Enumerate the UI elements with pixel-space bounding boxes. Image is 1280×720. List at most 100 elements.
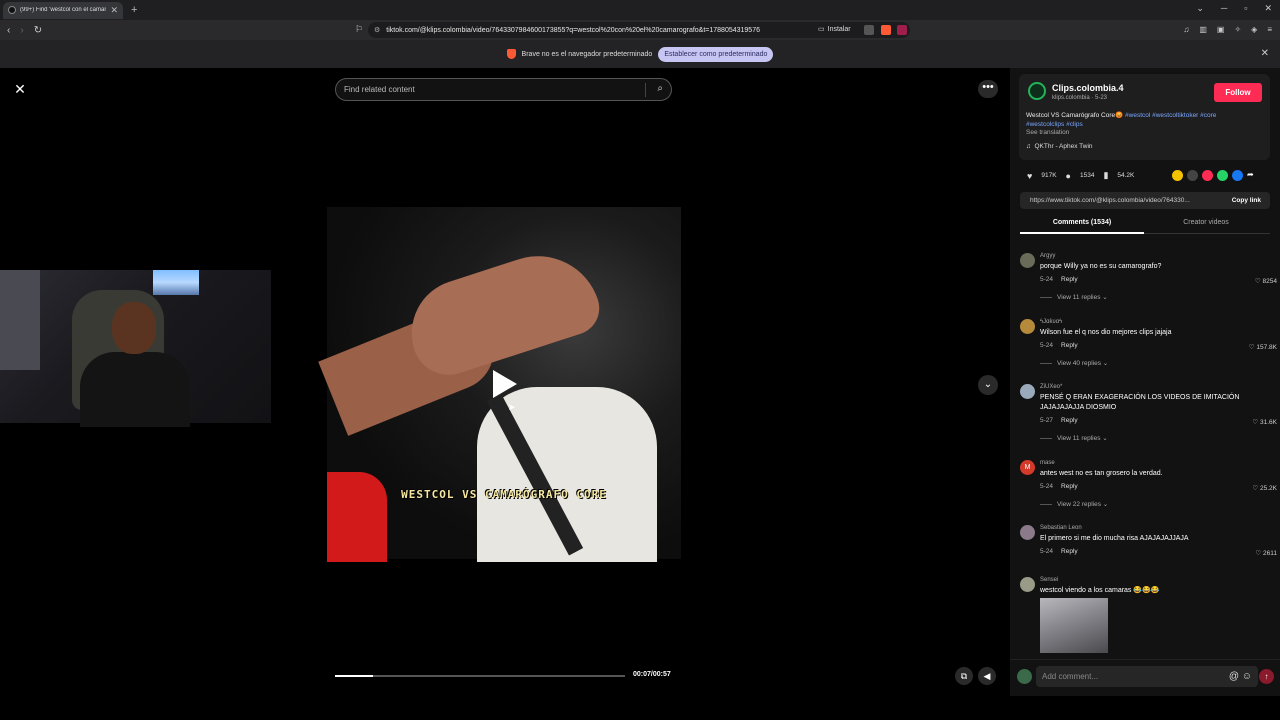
share-more-icon[interactable]: ➦ — [1247, 170, 1258, 181]
search-input[interactable]: Find related content ⌕ — [335, 78, 672, 101]
minimize-button[interactable]: ─ — [1221, 3, 1227, 14]
extensions-icon[interactable]: ✧ — [1234, 25, 1241, 34]
wallet-icon[interactable]: ▣ — [1217, 25, 1225, 34]
tab-comments[interactable]: Comments (1534) — [1020, 216, 1144, 234]
window-controls: ⌄ ─ ▫ ✕ — [1196, 3, 1272, 14]
video-cup — [327, 472, 387, 562]
view-replies-button[interactable]: View 22 replies ⌄ — [1040, 500, 1108, 508]
view-replies-button[interactable]: View 40 replies ⌄ — [1040, 359, 1108, 367]
commenter-avatar[interactable]: M — [1020, 460, 1035, 475]
comments-panel: Clips.colombia.4 klips.colombia · 5-23 F… — [1010, 68, 1280, 696]
commenter-avatar[interactable] — [1020, 319, 1035, 334]
translate-icon[interactable] — [864, 25, 874, 35]
more-options-button[interactable]: ••• — [978, 80, 998, 98]
webcam-overlay — [0, 270, 271, 427]
comment-image[interactable] — [1040, 598, 1108, 653]
reply-button[interactable]: Reply — [1061, 417, 1078, 424]
address-bar: ‹ › ↻ ⚐ ⚙ tiktok.com/@klips.colombia/vid… — [0, 20, 1280, 40]
comment-likes[interactable]: ♡ 25.2K — [1252, 484, 1277, 492]
send-comment-button[interactable]: ↑ — [1259, 669, 1274, 684]
comment-likes[interactable]: ♡ 8254 — [1255, 277, 1277, 285]
brave-rewards-icon[interactable] — [897, 25, 907, 35]
comment-likes[interactable]: ♡ 157.8K — [1249, 343, 1277, 351]
close-icon[interactable]: ✕ — [11, 80, 29, 98]
desc-hashtags-2[interactable]: #westcolclips #clips — [1026, 121, 1083, 128]
send-share-icon[interactable] — [1202, 170, 1213, 181]
view-replies-button[interactable]: View 11 replies ⌄ — [1040, 434, 1108, 442]
video-frame[interactable]: WESTCOL VS CAMARÓGRAFO CORE ➤ — [318, 207, 681, 562]
reply-button[interactable]: Reply — [1061, 276, 1078, 283]
commenter-name[interactable]: Sebastian Leon — [1040, 525, 1082, 531]
video-progress-bar[interactable] — [335, 675, 625, 677]
embed-icon[interactable] — [1187, 170, 1198, 181]
video-time: 00:07/00:57 — [633, 671, 671, 678]
comment-likes[interactable]: ♡ 2611 — [1255, 549, 1277, 557]
share-link-field[interactable]: https://www.tiktok.com/@klips.colombia/v… — [1020, 192, 1270, 209]
play-icon[interactable] — [493, 370, 517, 398]
tab-search-icon[interactable]: ⌄ — [1196, 3, 1204, 14]
music-link[interactable]: ♫ QKThr - Aphex Twin — [1026, 143, 1093, 150]
add-comment-input[interactable]: Add comment... @ ☺ — [1036, 666, 1258, 687]
floating-player-button[interactable]: ⧉ — [955, 667, 973, 685]
author-avatar[interactable] — [1028, 82, 1046, 100]
copy-link-button[interactable]: Copy link — [1232, 192, 1261, 209]
set-default-button[interactable]: Establecer como predeterminado — [658, 46, 774, 62]
music-icon: ♫ — [1026, 143, 1031, 150]
volume-button[interactable]: ◀ — [978, 667, 996, 685]
view-replies-button[interactable]: View 11 replies ⌄ — [1040, 293, 1108, 301]
browser-tab[interactable]: (99+) Find 'westcol con el camar ✕ — [3, 1, 123, 19]
comment-text: porque Willy ya no es su camarografo? — [1040, 263, 1162, 270]
comment-text: westcol viendo a los camaras 😂😂😂 — [1040, 587, 1160, 594]
commenter-avatar[interactable] — [1020, 253, 1035, 268]
whatsapp-icon[interactable] — [1217, 170, 1228, 181]
new-tab-button[interactable]: + — [131, 4, 137, 16]
sidebar-icon[interactable]: ▥ — [1199, 25, 1207, 34]
infobar-close-icon[interactable]: ✕ — [1261, 48, 1269, 59]
back-icon[interactable]: ‹ — [7, 25, 10, 36]
close-tab-icon[interactable]: ✕ — [110, 5, 118, 16]
bookmark-icon[interactable]: ⚐ — [355, 24, 363, 35]
reply-button[interactable]: Reply — [1061, 548, 1078, 555]
search-icon[interactable]: ⌕ — [657, 83, 663, 94]
commenter-name[interactable]: mase — [1040, 460, 1055, 466]
close-window-button[interactable]: ✕ — [1264, 3, 1272, 14]
post-info-card: Clips.colombia.4 klips.colombia · 5-23 F… — [1019, 74, 1270, 160]
toolbar-extensions: ♫ ▥ ▣ ✧ ◈ ≡ — [1183, 25, 1272, 34]
desc-hashtags[interactable]: #westcol #westcoltiktoker #core — [1125, 112, 1216, 119]
browser-tab-bar: (99+) Find 'westcol con el camar ✕ + ⌄ ─… — [0, 0, 1280, 20]
commenter-name[interactable]: Sensei — [1040, 577, 1058, 583]
reply-button[interactable]: Reply — [1061, 342, 1078, 349]
forward-icon[interactable]: › — [20, 25, 23, 36]
install-button[interactable]: ▭ Instalar — [818, 25, 851, 34]
friends-share-icon[interactable] — [1172, 170, 1183, 181]
commenter-name[interactable]: Argyy — [1040, 253, 1055, 259]
menu-icon[interactable]: ≡ — [1267, 25, 1272, 34]
follow-button[interactable]: Follow — [1214, 83, 1262, 102]
reload-icon[interactable]: ↻ — [34, 25, 42, 36]
search-divider — [645, 83, 646, 97]
comment-text: PENSÉ Q ERAN EXAGERACIÓN LOS VIDEOS DE I… — [1040, 394, 1240, 411]
comment-likes[interactable]: ♡ 31.6K — [1252, 418, 1277, 426]
commenter-avatar[interactable] — [1020, 525, 1035, 540]
commenter-avatar[interactable] — [1020, 384, 1035, 399]
author-name[interactable]: Clips.colombia.4 — [1052, 83, 1124, 93]
see-translation-link[interactable]: See translation — [1026, 129, 1069, 136]
facebook-icon[interactable] — [1232, 170, 1243, 181]
like-icon[interactable]: ♥ — [1027, 171, 1032, 181]
site-info-icon[interactable]: ⚙ — [374, 26, 380, 34]
vpn-icon[interactable]: ◈ — [1251, 25, 1257, 34]
comment-icon[interactable]: ● — [1066, 171, 1071, 181]
mention-emoji-icons[interactable]: @ ☺ — [1229, 666, 1252, 687]
next-video-button[interactable]: ⌄ — [978, 375, 998, 395]
commenter-avatar[interactable] — [1020, 577, 1035, 592]
reply-button[interactable]: Reply — [1061, 483, 1078, 490]
bookmark-save-icon[interactable]: ▮ — [1103, 170, 1108, 181]
video-player[interactable]: Find related content ⌕ WESTCOL VS CAMARÓ… — [318, 69, 681, 696]
commenter-name[interactable]: ZiUXeo* — [1040, 384, 1062, 390]
commenter-name[interactable]: ϟJɑƙʋɑϟ — [1040, 319, 1062, 325]
media-icon[interactable]: ♫ — [1183, 25, 1189, 34]
tab-creator-videos[interactable]: Creator videos — [1144, 216, 1268, 230]
music-label: QKThr - Aphex Twin — [1034, 143, 1093, 150]
maximize-button[interactable]: ▫ — [1244, 3, 1247, 14]
brave-shields-icon[interactable] — [881, 25, 891, 35]
